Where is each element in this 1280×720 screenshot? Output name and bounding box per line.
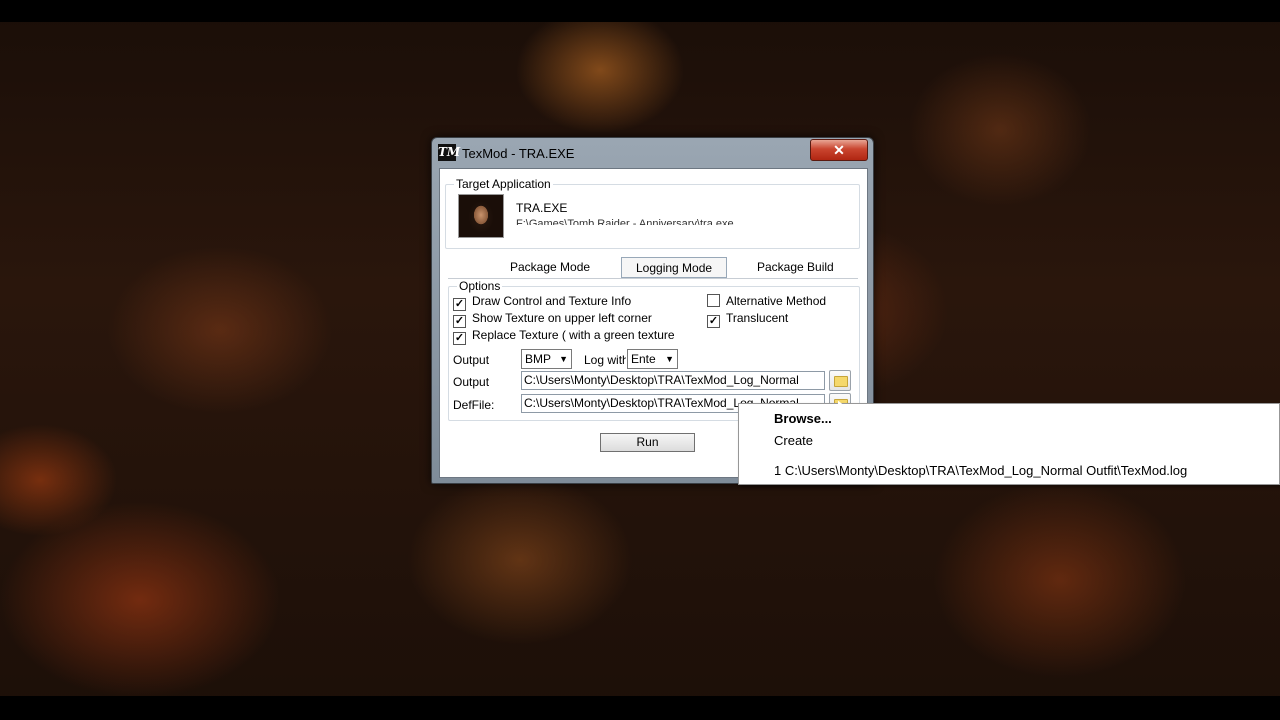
- checkbox-draw-control[interactable]: ✓ Draw Control and Texture Info: [453, 294, 631, 311]
- checkbox-translucent[interactable]: ✓ Translucent: [707, 311, 788, 328]
- chevron-down-icon: ▼: [559, 354, 568, 364]
- menu-item-browse[interactable]: Browse...: [774, 411, 832, 426]
- title-bar[interactable]: TM TexMod - TRA.EXE ✕: [432, 138, 873, 166]
- checkbox-translucent-box[interactable]: ✓: [707, 315, 720, 328]
- output-folder-label: Output: [453, 375, 490, 389]
- tab-divider: [448, 278, 858, 279]
- window-title: TexMod - TRA.EXE: [462, 146, 575, 161]
- tab-package-mode[interactable]: Package Mode: [510, 260, 590, 274]
- checkbox-replace-texture-box[interactable]: ✓: [453, 332, 466, 345]
- checkbox-draw-control-box[interactable]: ✓: [453, 298, 466, 311]
- output-format-value: BMP: [525, 352, 552, 366]
- checkbox-replace-texture-label: Replace Texture ( with a green texture: [472, 328, 675, 342]
- checkbox-show-texture-label: Show Texture on upper left corner: [472, 311, 652, 325]
- log-with-select[interactable]: Ente ▼: [627, 349, 678, 369]
- checkbox-show-texture[interactable]: ✓ Show Texture on upper left corner: [453, 311, 652, 328]
- deffile-label: DefFile:: [453, 398, 495, 412]
- checkbox-replace-texture[interactable]: ✓ Replace Texture ( with a green texture: [453, 328, 680, 345]
- log-with-label: Log with: [584, 353, 626, 367]
- letterbox-top: [0, 0, 1280, 22]
- target-app-name: TRA.EXE: [516, 201, 568, 215]
- checkbox-alternative-method-label: Alternative Method: [726, 294, 827, 308]
- checkbox-alternative-method-box[interactable]: [707, 294, 720, 307]
- target-application-title: Target Application: [454, 177, 553, 191]
- checkbox-translucent-label: Translucent: [726, 311, 789, 325]
- folder-icon: [834, 376, 848, 387]
- letterbox-bottom: [0, 696, 1280, 720]
- options-title: Options: [457, 279, 503, 293]
- menu-item-create[interactable]: Create: [774, 433, 813, 448]
- log-with-value: Ente: [631, 352, 656, 366]
- target-app-thumbnail: [458, 194, 504, 238]
- target-application-group: Target Application TRA.EXE F:\Games\Tomb…: [445, 177, 860, 249]
- checkbox-show-texture-box[interactable]: ✓: [453, 315, 466, 328]
- menu-item-recent-file[interactable]: 1 C:\Users\Monty\Desktop\TRA\TexMod_Log_…: [774, 463, 1187, 478]
- close-button[interactable]: ✕: [810, 139, 868, 161]
- target-app-path: F:\Games\Tomb Raider - Anniversary\tra.e…: [516, 218, 734, 225]
- output-browse-button[interactable]: [829, 370, 851, 391]
- output-folder-field[interactable]: C:\Users\Monty\Desktop\TRA\TexMod_Log_No…: [521, 371, 825, 390]
- output-format-label: Output: [453, 353, 490, 367]
- tab-logging-mode[interactable]: Logging Mode: [621, 257, 728, 278]
- output-format-select[interactable]: BMP ▼: [521, 349, 572, 369]
- checkbox-alternative-method[interactable]: Alternative Method: [707, 294, 826, 308]
- texmod-app-icon: TM: [438, 144, 461, 161]
- run-button[interactable]: Run: [600, 433, 695, 452]
- tab-package-build[interactable]: Package Build: [757, 260, 837, 274]
- deffile-context-menu: Browse... Create 1 C:\Users\Monty\Deskto…: [738, 403, 1280, 485]
- checkbox-draw-control-label: Draw Control and Texture Info: [472, 294, 632, 308]
- chevron-down-icon: ▼: [665, 354, 674, 364]
